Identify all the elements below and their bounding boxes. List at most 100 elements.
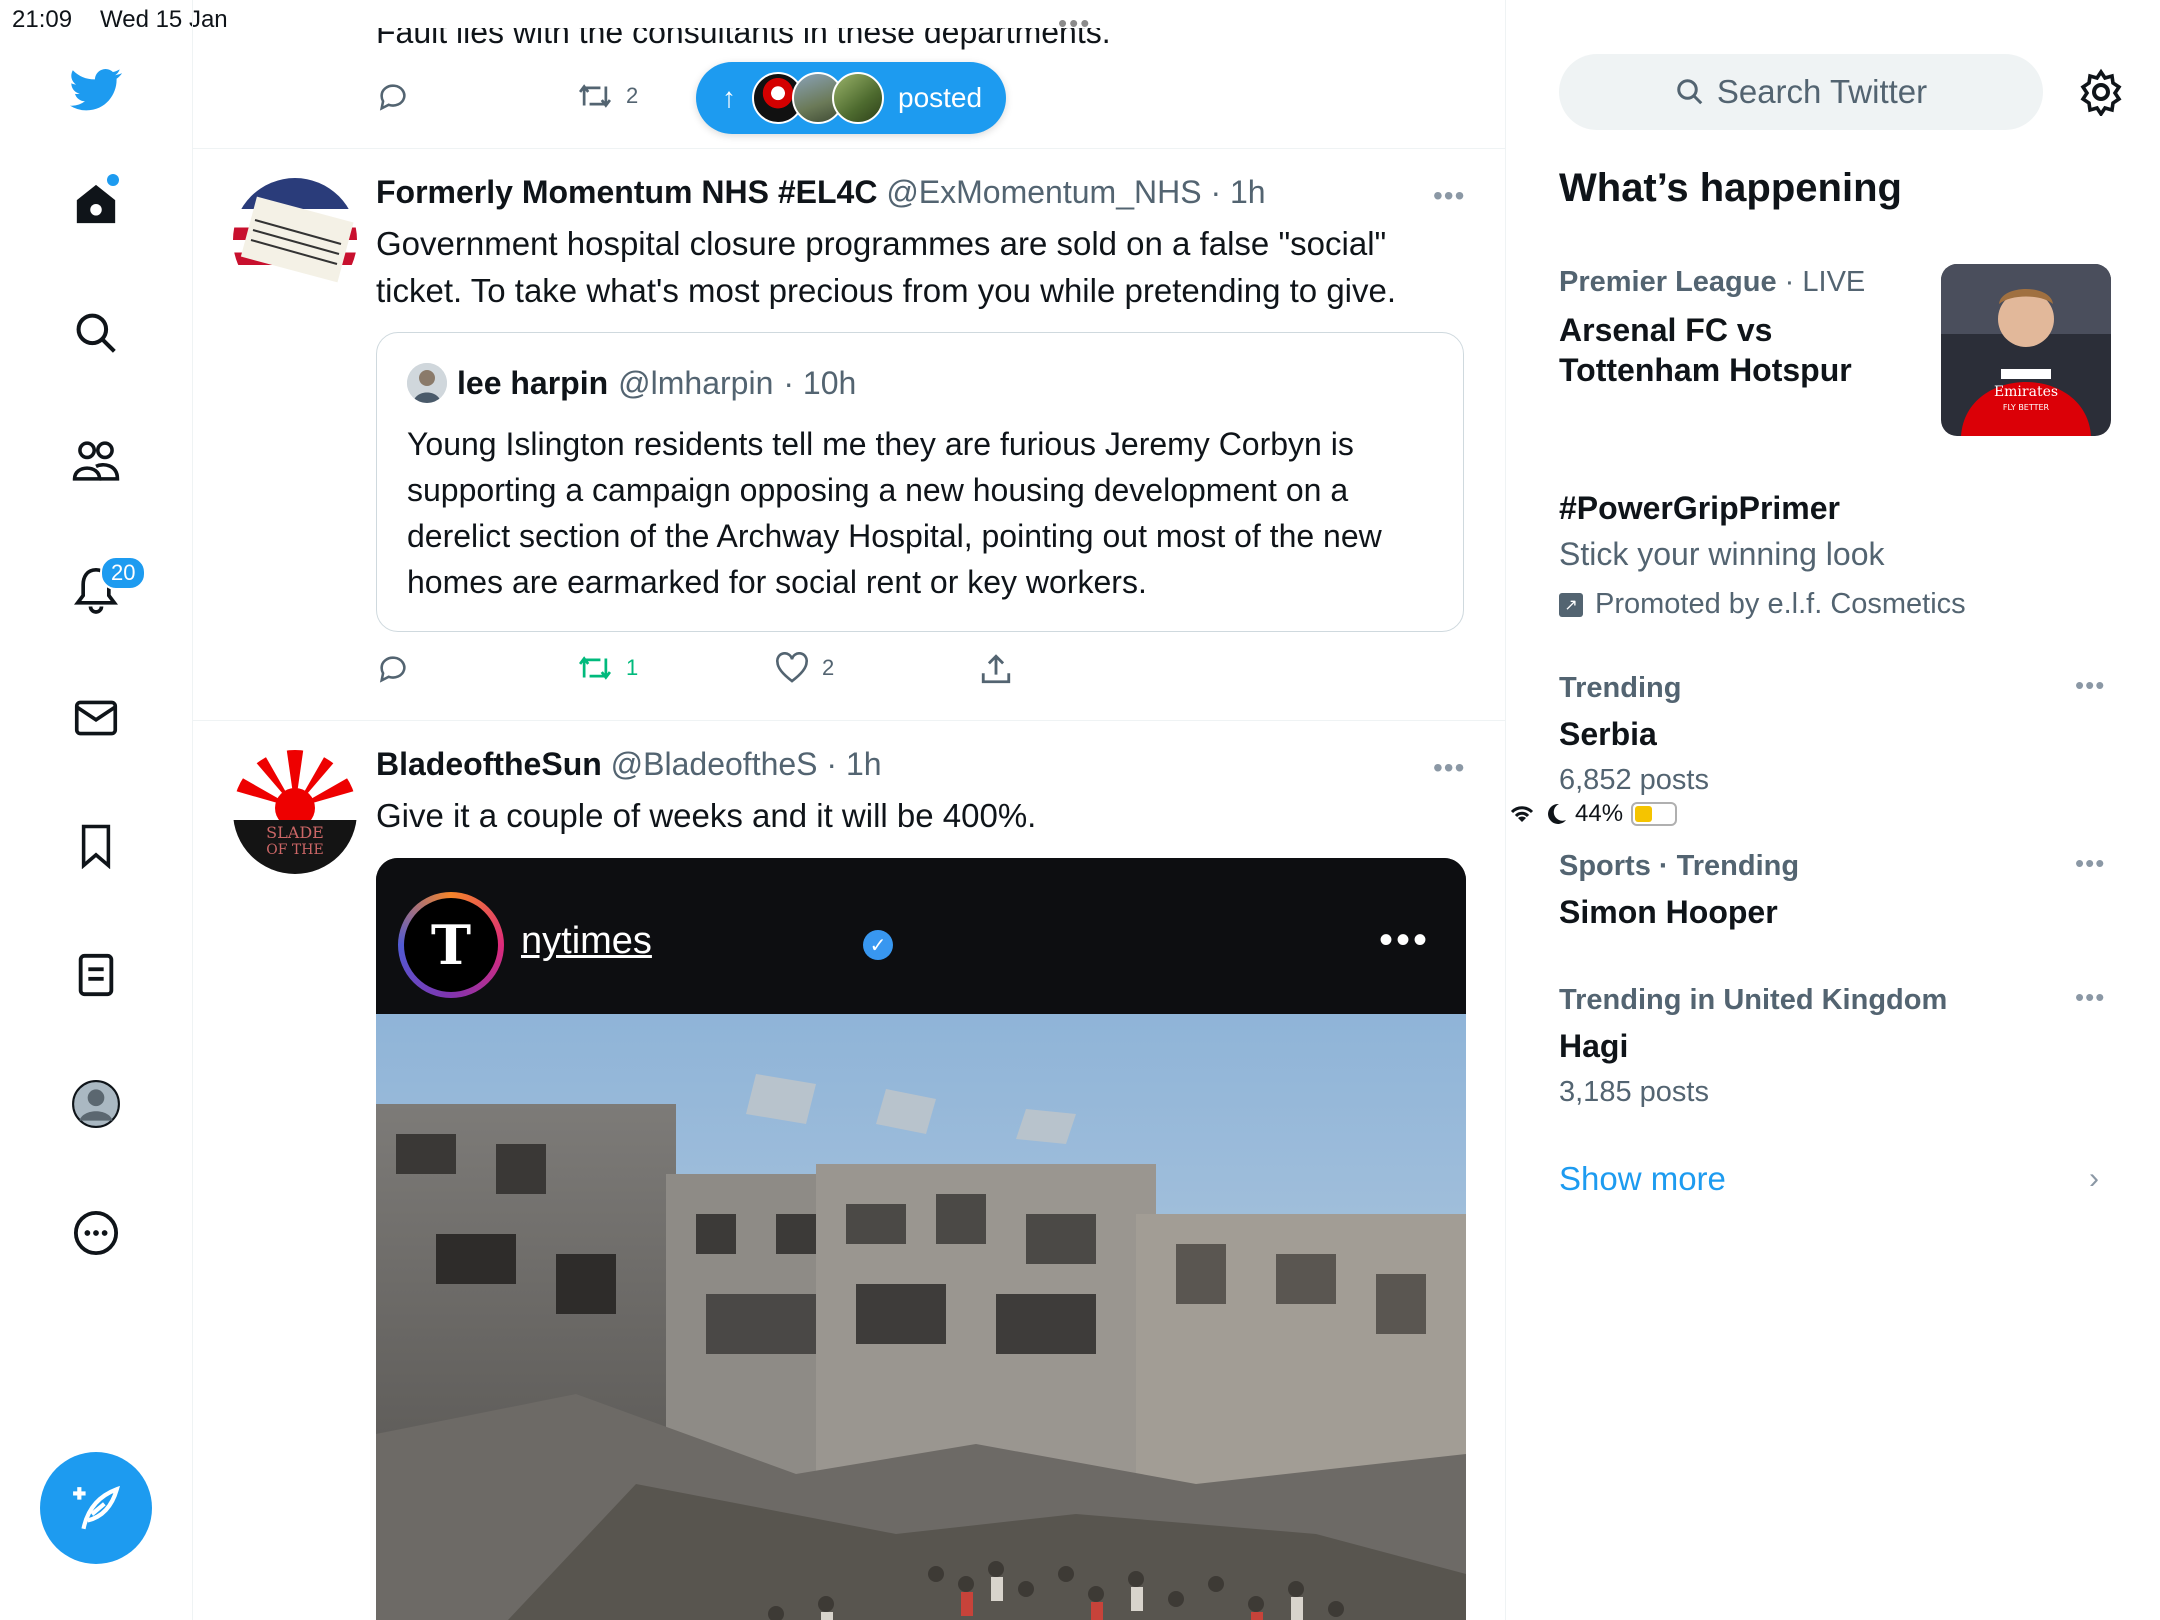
search-bar[interactable]: Search Twitter (1559, 54, 2043, 130)
avatar (407, 363, 447, 403)
svg-text:SLADE: SLADE (266, 823, 324, 842)
quoted-time: · 10h (783, 364, 857, 401)
svg-text:OF THE: OF THE (266, 842, 323, 858)
trend-title: Hagi (1559, 1028, 1629, 1064)
compose-tweet-button[interactable] (40, 1452, 152, 1564)
svg-text:Emirates: Emirates (1994, 384, 2058, 400)
divider (193, 720, 1505, 721)
more-icon[interactable] (68, 1205, 124, 1261)
trend-meta: Premier League · LIVE (1559, 266, 1865, 299)
tweet-header: Formerly Momentum NHS #EL4C @ExMomentum_… (376, 174, 1266, 211)
tweet-text: Give it a couple of weeks and it will be… (376, 797, 1037, 834)
promoted-icon: ↗ (1559, 592, 1583, 617)
search-placeholder: Search Twitter (1716, 73, 1928, 110)
trend-title: Serbia (1559, 716, 1657, 752)
tweet-actions: 1 2 (376, 652, 1376, 692)
avatar[interactable]: SLADE OF THE (233, 750, 357, 874)
tweet-text: Government hospital closure programmes a… (376, 225, 1397, 309)
compose-icon (73, 1485, 120, 1530)
tweet-header: BladeoftheSun @BladeoftheS · 1h (376, 746, 882, 783)
lists-icon[interactable] (68, 947, 124, 1003)
tweet-author-name[interactable]: BladeoftheSun (376, 746, 602, 782)
instagram-username: nytimes (521, 920, 652, 962)
trend-title: #PowerGripPrimer (1559, 490, 1840, 526)
avatar[interactable] (233, 178, 357, 302)
whats-happening-heading: What’s happening (1559, 166, 1902, 210)
search-icon[interactable] (68, 305, 124, 361)
retweet-icon (578, 84, 612, 108)
left-navigation: 20 (0, 0, 193, 1620)
new-posts-avatars (752, 72, 884, 124)
divider (193, 148, 1505, 149)
like-count: 2 (822, 655, 835, 680)
tweet-more-button[interactable]: ••• (1433, 180, 1465, 212)
retweet-button[interactable]: 2 (576, 80, 638, 112)
instagram-more-icon: ••• (1378, 918, 1430, 962)
chevron-right-icon[interactable]: › (2089, 1162, 2099, 1196)
promoted-text: Promoted by e.l.f. Cosmetics (1595, 588, 1966, 620)
tweet-time[interactable]: · 1h (826, 746, 881, 782)
reply-button[interactable] (376, 652, 410, 686)
trend-title: Simon Hooper (1559, 894, 1778, 930)
trend-more-button[interactable]: ••• (2075, 848, 2105, 879)
destroyed-buildings-photo (376, 1014, 1466, 1620)
profile-icon[interactable] (68, 1076, 124, 1132)
retweet-button[interactable]: 1 (576, 652, 638, 684)
retweet-count: 2 (626, 83, 639, 108)
trend-more-button[interactable]: ••• (2075, 670, 2105, 701)
tweet-more-button[interactable]: ••• (1433, 752, 1465, 784)
trend-subtitle: Stick your winning look (1559, 536, 1885, 572)
trend-title: Arsenal FC vs Tottenham Hotspur (1559, 312, 1852, 388)
trend-post-count: 3,185 posts (1559, 1076, 1709, 1108)
gear-icon (2080, 68, 2122, 118)
promoted-label: ↗ Promoted by e.l.f. Cosmetics (1559, 588, 1966, 621)
previous-tweet-text: Fault lies with the consultants in these… (376, 14, 1111, 50)
trend-category: Sports · Trending (1559, 850, 1800, 882)
tweet-author-name[interactable]: Formerly Momentum NHS #EL4C (376, 174, 877, 210)
tweet-media[interactable]: T nytimes ✓ ••• (376, 858, 1466, 1620)
reply-icon (379, 656, 406, 683)
show-more-link[interactable]: Show more (1559, 1160, 1726, 1198)
tweet-author-handle[interactable]: @ExMomentum_NHS (886, 174, 1201, 210)
heart-icon (776, 652, 808, 683)
trend-category: Trending (1559, 672, 1682, 704)
reply-button[interactable] (376, 80, 410, 114)
home-unread-dot (107, 174, 119, 186)
verified-badge-icon: ✓ (863, 930, 893, 960)
share-icon (981, 654, 1011, 684)
quoted-tweet-header: lee harpin @lmharpin · 10h (407, 363, 856, 403)
new-posts-label: posted (898, 82, 983, 113)
quoted-tweet-text: Young Islington residents tell me they a… (407, 426, 1382, 600)
avatar (832, 72, 884, 124)
new-posts-pill[interactable]: ↑ posted (696, 62, 1006, 134)
tweet-time[interactable]: · 1h (1210, 174, 1265, 210)
settings-button[interactable] (2077, 68, 2125, 118)
right-sidebar: Search Twitter What’s happening Premier … (1507, 0, 2160, 1620)
nytimes-logo-icon: T (404, 898, 498, 992)
quoted-author-name: lee harpin (457, 364, 609, 401)
like-button[interactable]: 2 (774, 652, 834, 684)
communities-icon[interactable] (68, 433, 124, 489)
trend-more-button[interactable]: ••• (2075, 982, 2105, 1013)
twitter-logo-icon[interactable] (68, 62, 124, 118)
trend-category: Premier League (1559, 266, 1777, 298)
quoted-tweet[interactable]: lee harpin @lmharpin · 10h Young Islingt… (376, 332, 1464, 632)
trend-meta: Sports · Trending (1559, 850, 1799, 883)
timeline[interactable]: Fault lies with the consultants in these… (193, 0, 1506, 1620)
trend-thumbnail: Emirates FLY BETTER (1941, 264, 2111, 436)
notifications-count-badge: 20 (100, 556, 147, 590)
messages-icon[interactable] (68, 690, 124, 746)
svg-text:FLY BETTER: FLY BETTER (2003, 403, 2050, 412)
reply-icon (379, 84, 406, 111)
bookmarks-icon[interactable] (68, 818, 124, 874)
nytimes-avatar: T (398, 892, 504, 998)
share-button[interactable] (980, 652, 1012, 686)
arrow-up-icon: ↑ (722, 82, 736, 113)
retweet-count: 1 (626, 655, 639, 680)
search-icon (1677, 79, 1703, 105)
retweet-icon (578, 656, 612, 680)
instagram-post-header: T nytimes ✓ ••• (376, 858, 1466, 1014)
trend-meta: Trending (1559, 672, 1681, 705)
trend-post-count: 6,852 posts (1559, 764, 1709, 796)
tweet-author-handle[interactable]: @BladeoftheS (611, 746, 818, 782)
